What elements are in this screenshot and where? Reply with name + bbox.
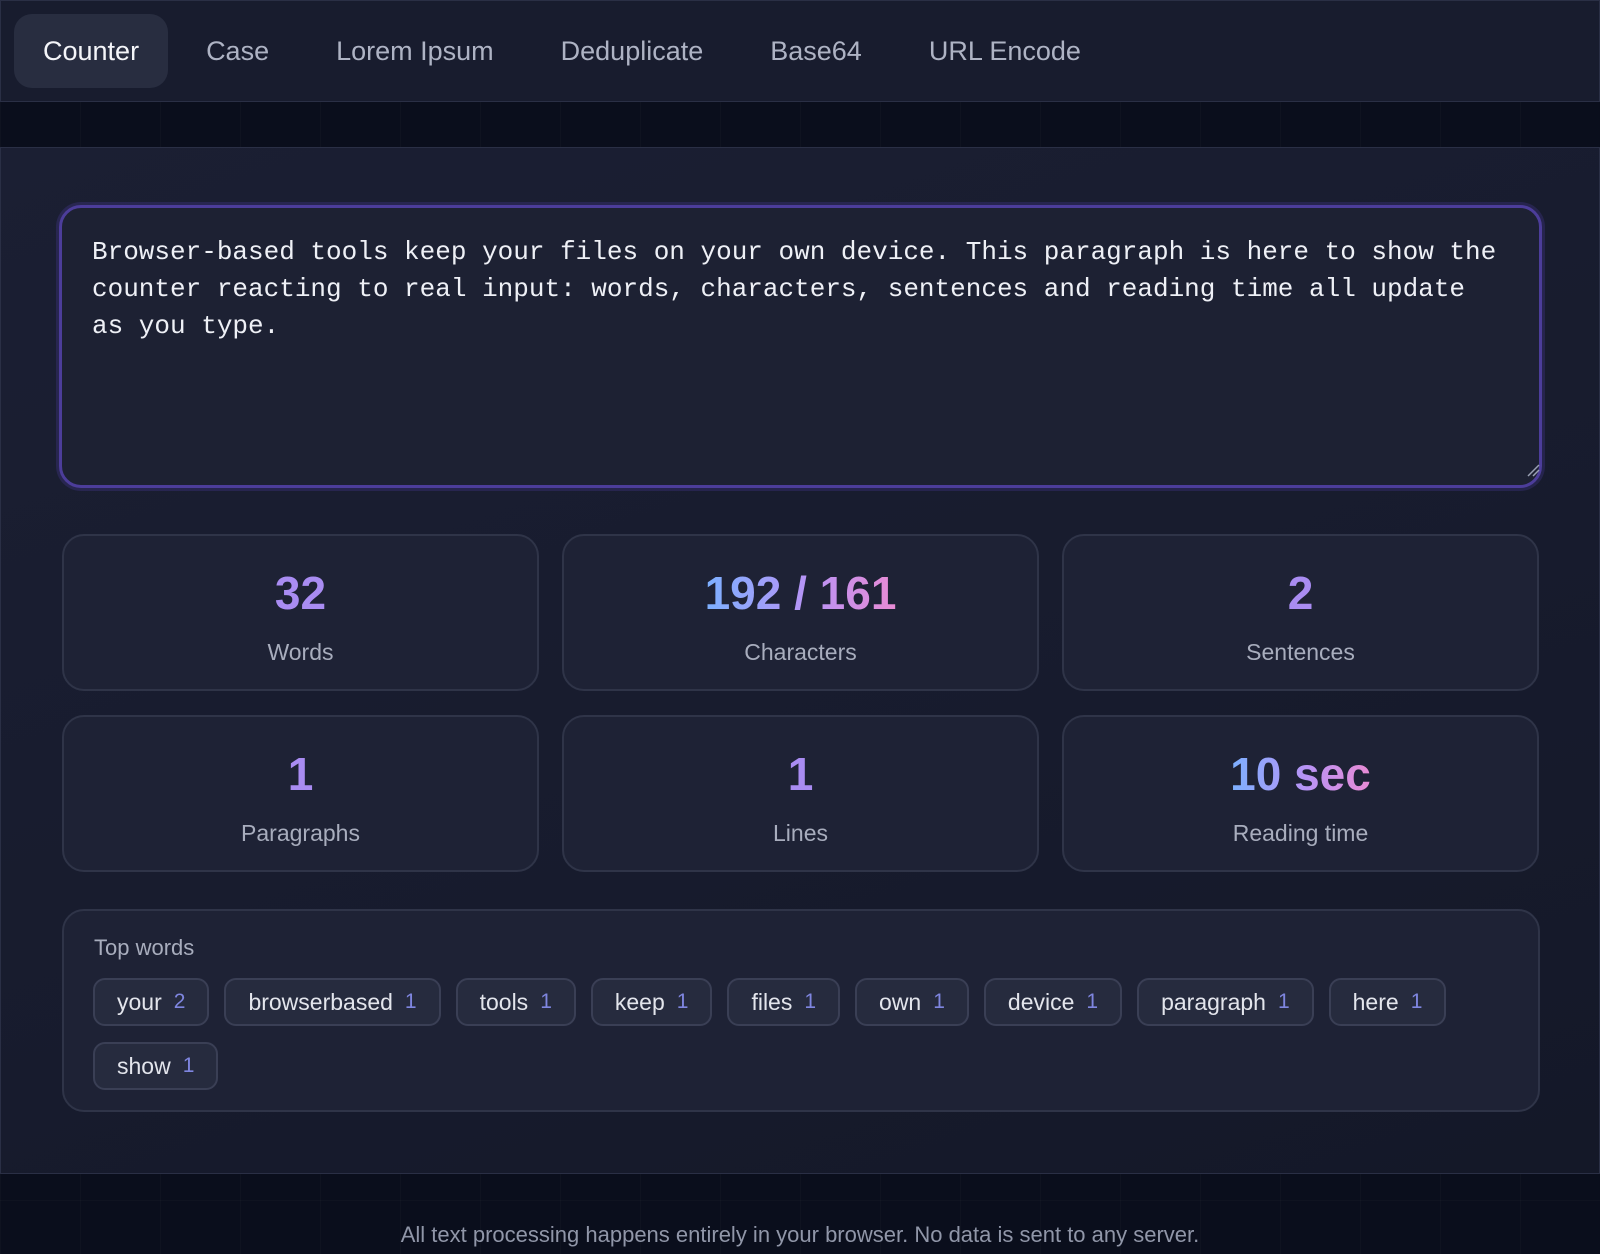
word-chip[interactable]: show 1 <box>93 1042 219 1090</box>
stat-card-sentences: 2 Sentences <box>1062 534 1539 691</box>
word-chip[interactable]: files 1 <box>727 978 841 1026</box>
word-chip-count: 1 <box>1086 990 1099 1013</box>
word-chip-count: 1 <box>182 1054 195 1077</box>
lines-value: 1 <box>787 748 814 800</box>
tool-tabs: Counter Case Lorem Ipsum Deduplicate Bas… <box>0 0 1600 102</box>
word-chip[interactable]: browserbased 1 <box>224 978 441 1026</box>
word-chip-label: files <box>751 988 793 1015</box>
word-chip-label: your <box>117 988 162 1015</box>
word-chip-count: 1 <box>404 990 417 1013</box>
word-chip-label: paragraph <box>1161 988 1266 1015</box>
word-chip-label: device <box>1007 988 1075 1015</box>
tab-case[interactable]: Case <box>177 14 298 88</box>
paragraphs-label: Paragraphs <box>241 820 360 846</box>
stat-card-reading-time: 10 sec Reading time <box>1062 715 1539 872</box>
word-chip[interactable]: device 1 <box>983 978 1123 1026</box>
word-chip[interactable]: here 1 <box>1328 978 1447 1026</box>
privacy-footer: All text processing happens entirely in … <box>400 1222 1200 1247</box>
word-chip-label: show <box>117 1052 171 1079</box>
reading-time-label: Reading time <box>1232 820 1369 846</box>
word-chip-label: browserbased <box>248 988 393 1015</box>
tab-deduplicate[interactable]: Deduplicate <box>532 14 733 88</box>
paragraphs-value: 1 <box>287 748 314 800</box>
word-chip-label: tools <box>479 988 529 1015</box>
word-chip[interactable]: keep 1 <box>590 978 713 1026</box>
top-words-list: your 2 browserbased 1 tools 1 keep 1 files 1 … <box>93 978 1513 1090</box>
tab-counter[interactable]: Counter <box>14 14 169 88</box>
sentences-label: Sentences <box>1246 639 1355 665</box>
words-label: Words <box>267 639 334 665</box>
tab-lorem-ipsum[interactable]: Lorem Ipsum <box>307 14 523 88</box>
word-chip-label: keep <box>614 988 665 1015</box>
characters-label: Characters <box>744 639 857 665</box>
lines-label: Lines <box>773 820 828 846</box>
word-chip-count: 2 <box>173 990 186 1013</box>
word-chip[interactable]: own 1 <box>855 978 969 1026</box>
top-words-card: Top words your 2 browserbased 1 tools 1 kee… <box>62 909 1540 1112</box>
stat-card-lines: 1 Lines <box>562 715 1039 872</box>
stat-card-words: 32 Words <box>62 534 539 691</box>
resize-handle-icon[interactable] <box>1526 463 1540 477</box>
sentences-value: 2 <box>1287 567 1314 619</box>
stat-card-paragraphs: 1 Paragraphs <box>62 715 539 872</box>
top-words-title: Top words <box>94 935 195 960</box>
word-chip[interactable]: tools 1 <box>455 978 576 1026</box>
word-chip-count: 1 <box>933 990 945 1013</box>
reading-time-value: 10 sec <box>1230 748 1371 800</box>
word-chip-label: here <box>1352 988 1399 1015</box>
word-chip[interactable]: your 2 <box>93 978 210 1026</box>
word-chip[interactable]: paragraph 1 <box>1137 978 1314 1026</box>
word-chip-count: 1 <box>676 990 689 1013</box>
word-chip-label: own <box>879 988 922 1015</box>
characters-value: 192 / 161 <box>704 567 897 619</box>
counter-panel: Browser-based tools keep your files on y… <box>0 147 1600 1174</box>
word-chip-count: 1 <box>1277 990 1290 1013</box>
tab-url-encode[interactable]: URL Encode <box>900 14 1110 88</box>
word-chip-count: 1 <box>540 990 552 1013</box>
word-chip-count: 1 <box>1410 990 1423 1013</box>
text-input-area[interactable]: Browser-based tools keep your files on y… <box>59 205 1542 488</box>
stat-card-characters: 192 / 161 Characters <box>562 534 1039 691</box>
word-chip-count: 1 <box>804 990 817 1013</box>
tab-base64[interactable]: Base64 <box>741 14 891 88</box>
words-value: 32 <box>274 567 327 619</box>
